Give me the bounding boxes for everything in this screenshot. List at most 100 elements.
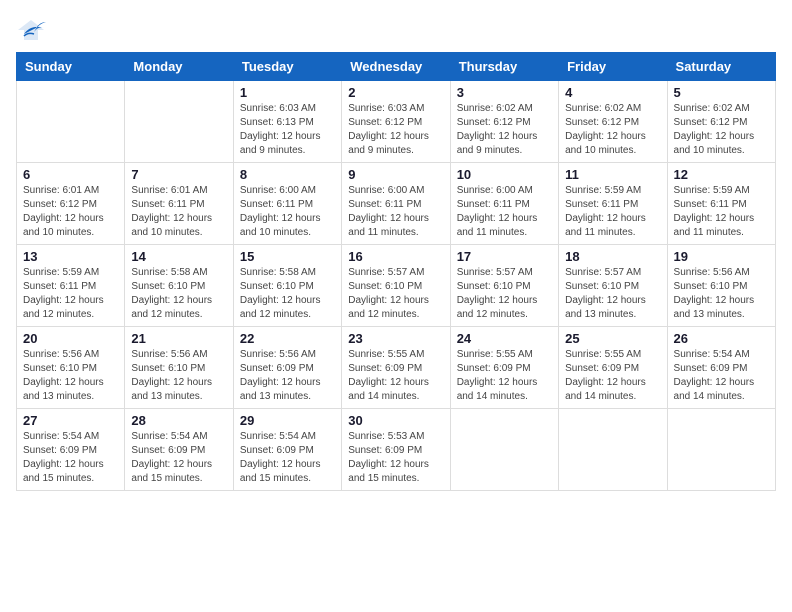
day-number: 15: [240, 249, 335, 264]
calendar-cell: 6 Sunrise: 6:01 AM Sunset: 6:12 PM Daylig…: [17, 163, 125, 245]
day-info: Sunrise: 6:01 AM Sunset: 6:12 PM Dayligh…: [23, 184, 118, 240]
day-number: 14: [131, 249, 226, 264]
calendar-cell: 24 Sunrise: 5:55 AM Sunset: 6:09 PM Dayli…: [450, 327, 558, 409]
logo: [16, 16, 50, 44]
calendar-cell: 18 Sunrise: 5:57 AM Sunset: 6:10 PM Dayli…: [559, 245, 667, 327]
day-number: 2: [348, 85, 443, 100]
day-number: 4: [565, 85, 660, 100]
day-number: 16: [348, 249, 443, 264]
calendar-cell: 27 Sunrise: 5:54 AM Sunset: 6:09 PM Dayli…: [17, 409, 125, 491]
calendar-cell: 25 Sunrise: 5:55 AM Sunset: 6:09 PM Dayli…: [559, 327, 667, 409]
day-number: 9: [348, 167, 443, 182]
day-number: 11: [565, 167, 660, 182]
day-number: 10: [457, 167, 552, 182]
day-info: Sunrise: 5:55 AM Sunset: 6:09 PM Dayligh…: [565, 348, 660, 404]
day-number: 6: [23, 167, 118, 182]
weekday-header-monday: Monday: [125, 53, 233, 81]
day-info: Sunrise: 5:54 AM Sunset: 6:09 PM Dayligh…: [131, 430, 226, 486]
calendar-cell: 19 Sunrise: 5:56 AM Sunset: 6:10 PM Dayli…: [667, 245, 775, 327]
weekday-header-row: SundayMondayTuesdayWednesdayThursdayFrid…: [17, 53, 776, 81]
day-number: 5: [674, 85, 769, 100]
day-info: Sunrise: 6:02 AM Sunset: 6:12 PM Dayligh…: [457, 102, 552, 158]
day-number: 30: [348, 413, 443, 428]
calendar-cell: 22Sunrise: 5:56 AM Sunset: 6:09 PM Dayli…: [233, 327, 341, 409]
day-number: 25: [565, 331, 660, 346]
page-header: [16, 16, 776, 44]
calendar-cell: 12 Sunrise: 5:59 AM Sunset: 6:11 PM Dayli…: [667, 163, 775, 245]
day-number: 23: [348, 331, 443, 346]
day-info: Sunrise: 6:00 AM Sunset: 6:11 PM Dayligh…: [240, 184, 335, 240]
day-number: 1: [240, 85, 335, 100]
day-number: 26: [674, 331, 769, 346]
day-number: 24: [457, 331, 552, 346]
calendar-cell: 9 Sunrise: 6:00 AM Sunset: 6:11 PM Daylig…: [342, 163, 450, 245]
day-number: 22: [240, 331, 335, 346]
calendar-week-row: 1 Sunrise: 6:03 AM Sunset: 6:13 PM Daylig…: [17, 81, 776, 163]
calendar-cell: [667, 409, 775, 491]
weekday-header-wednesday: Wednesday: [342, 53, 450, 81]
calendar-cell: 20 Sunrise: 5:56 AM Sunset: 6:10 PM Dayli…: [17, 327, 125, 409]
calendar-cell: 4 Sunrise: 6:02 AM Sunset: 6:12 PM Daylig…: [559, 81, 667, 163]
calendar-week-row: 20 Sunrise: 5:56 AM Sunset: 6:10 PM Dayli…: [17, 327, 776, 409]
calendar-cell: 26 Sunrise: 5:54 AM Sunset: 6:09 PM Dayli…: [667, 327, 775, 409]
calendar-week-row: 6 Sunrise: 6:01 AM Sunset: 6:12 PM Daylig…: [17, 163, 776, 245]
day-info: Sunrise: 5:59 AM Sunset: 6:11 PM Dayligh…: [674, 184, 769, 240]
calendar-cell: 21 Sunrise: 5:56 AM Sunset: 6:10 PM Dayli…: [125, 327, 233, 409]
day-number: 29: [240, 413, 335, 428]
calendar-cell: 30 Sunrise: 5:53 AM Sunset: 6:09 PM Dayli…: [342, 409, 450, 491]
calendar-cell: 15 Sunrise: 5:58 AM Sunset: 6:10 PM Dayli…: [233, 245, 341, 327]
day-info: Sunrise: 5:56 AM Sunset: 6:10 PM Dayligh…: [674, 266, 769, 322]
day-number: 27: [23, 413, 118, 428]
day-number: 13: [23, 249, 118, 264]
calendar-cell: 14Sunrise: 5:58 AM Sunset: 6:10 PM Dayli…: [125, 245, 233, 327]
weekday-header-tuesday: Tuesday: [233, 53, 341, 81]
day-info: Sunrise: 6:00 AM Sunset: 6:11 PM Dayligh…: [457, 184, 552, 240]
calendar-cell: 17 Sunrise: 5:57 AM Sunset: 6:10 PM Dayli…: [450, 245, 558, 327]
day-info: Sunrise: 6:02 AM Sunset: 6:12 PM Dayligh…: [674, 102, 769, 158]
day-info: Sunrise: 5:54 AM Sunset: 6:09 PM Dayligh…: [674, 348, 769, 404]
day-info: Sunrise: 5:57 AM Sunset: 6:10 PM Dayligh…: [348, 266, 443, 322]
calendar-week-row: 27 Sunrise: 5:54 AM Sunset: 6:09 PM Dayli…: [17, 409, 776, 491]
day-info: Sunrise: 6:02 AM Sunset: 6:12 PM Dayligh…: [565, 102, 660, 158]
calendar-cell: 3 Sunrise: 6:02 AM Sunset: 6:12 PM Daylig…: [450, 81, 558, 163]
day-number: 3: [457, 85, 552, 100]
day-info: Sunrise: 6:01 AM Sunset: 6:11 PM Dayligh…: [131, 184, 226, 240]
day-info: Sunrise: 5:58 AM Sunset: 6:10 PM Dayligh…: [240, 266, 335, 322]
day-info: Sunrise: 5:55 AM Sunset: 6:09 PM Dayligh…: [348, 348, 443, 404]
weekday-header-saturday: Saturday: [667, 53, 775, 81]
day-number: 18: [565, 249, 660, 264]
day-number: 19: [674, 249, 769, 264]
logo-icon: [16, 16, 46, 44]
day-number: 7: [131, 167, 226, 182]
day-info: Sunrise: 5:57 AM Sunset: 6:10 PM Dayligh…: [457, 266, 552, 322]
day-number: 12: [674, 167, 769, 182]
day-info: Sunrise: 6:03 AM Sunset: 6:13 PM Dayligh…: [240, 102, 335, 158]
day-number: 21: [131, 331, 226, 346]
day-number: 17: [457, 249, 552, 264]
calendar-cell: 28 Sunrise: 5:54 AM Sunset: 6:09 PM Dayli…: [125, 409, 233, 491]
day-info: Sunrise: 5:59 AM Sunset: 6:11 PM Dayligh…: [565, 184, 660, 240]
day-number: 20: [23, 331, 118, 346]
calendar-cell: 5 Sunrise: 6:02 AM Sunset: 6:12 PM Daylig…: [667, 81, 775, 163]
calendar-cell: 2Sunrise: 6:03 AM Sunset: 6:12 PM Daylig…: [342, 81, 450, 163]
day-info: Sunrise: 5:56 AM Sunset: 6:10 PM Dayligh…: [131, 348, 226, 404]
weekday-header-friday: Friday: [559, 53, 667, 81]
day-info: Sunrise: 5:57 AM Sunset: 6:10 PM Dayligh…: [565, 266, 660, 322]
calendar-cell: 8 Sunrise: 6:00 AM Sunset: 6:11 PM Daylig…: [233, 163, 341, 245]
day-info: Sunrise: 5:55 AM Sunset: 6:09 PM Dayligh…: [457, 348, 552, 404]
calendar-cell: 23 Sunrise: 5:55 AM Sunset: 6:09 PM Dayli…: [342, 327, 450, 409]
day-number: 8: [240, 167, 335, 182]
calendar-cell: 7 Sunrise: 6:01 AM Sunset: 6:11 PM Daylig…: [125, 163, 233, 245]
calendar-cell: [125, 81, 233, 163]
weekday-header-sunday: Sunday: [17, 53, 125, 81]
calendar-cell: 13Sunrise: 5:59 AM Sunset: 6:11 PM Dayli…: [17, 245, 125, 327]
day-info: Sunrise: 6:00 AM Sunset: 6:11 PM Dayligh…: [348, 184, 443, 240]
day-number: 28: [131, 413, 226, 428]
day-info: Sunrise: 5:53 AM Sunset: 6:09 PM Dayligh…: [348, 430, 443, 486]
day-info: Sunrise: 5:56 AM Sunset: 6:10 PM Dayligh…: [23, 348, 118, 404]
calendar-table: SundayMondayTuesdayWednesdayThursdayFrid…: [16, 52, 776, 491]
calendar-cell: 10 Sunrise: 6:00 AM Sunset: 6:11 PM Dayli…: [450, 163, 558, 245]
day-info: Sunrise: 5:54 AM Sunset: 6:09 PM Dayligh…: [23, 430, 118, 486]
calendar-week-row: 13Sunrise: 5:59 AM Sunset: 6:11 PM Dayli…: [17, 245, 776, 327]
calendar-cell: 11 Sunrise: 5:59 AM Sunset: 6:11 PM Dayli…: [559, 163, 667, 245]
